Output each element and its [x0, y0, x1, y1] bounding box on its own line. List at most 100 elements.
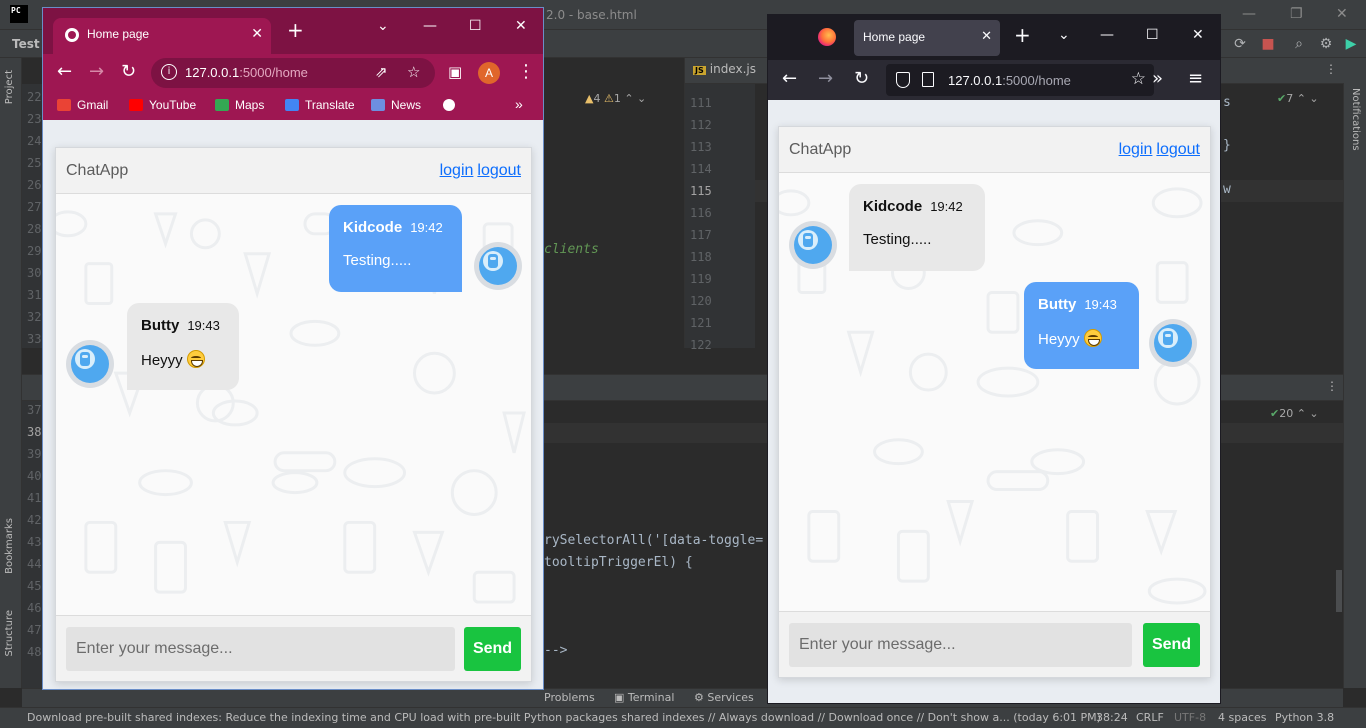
line-number: 119	[690, 272, 712, 286]
bookmark-maps[interactable]: Maps	[215, 98, 264, 112]
inspection-widget[interactable]: ✔7 ⌃ ⌄	[1277, 92, 1319, 105]
forward-icon[interactable]: →	[818, 69, 833, 89]
translate-icon	[285, 99, 299, 111]
inspection-widget[interactable]: ✔20 ⌃ ⌄	[1270, 407, 1319, 420]
message-input[interactable]	[66, 627, 455, 671]
firefox-tab-home[interactable]: Home page ✕	[854, 20, 1000, 56]
line-number: 115	[690, 184, 712, 198]
logout-link[interactable]: logout	[1156, 141, 1200, 158]
minimize-icon[interactable]: —	[423, 18, 437, 34]
status-message[interactable]: Download pre-built shared indexes: Reduc…	[27, 711, 1101, 724]
logout-link[interactable]: logout	[477, 162, 521, 179]
minimize-icon[interactable]: —	[1242, 6, 1256, 22]
firefox-window: Home page ✕ + ⌄ — ☐ ✕ ← → ↻ 127.0.0.1:50…	[767, 14, 1221, 704]
close-icon[interactable]: ✕	[515, 18, 527, 34]
message-time: 19:42	[930, 199, 963, 214]
back-icon[interactable]: ←	[782, 69, 797, 89]
bookmark-translate[interactable]: Translate	[285, 98, 355, 112]
send-button[interactable]: Send	[1143, 623, 1200, 667]
login-link[interactable]: login	[440, 162, 474, 179]
new-tab-icon[interactable]: +	[287, 20, 304, 40]
share-icon[interactable]: ⇗	[375, 63, 388, 81]
file-encoding[interactable]: UTF-8	[1174, 711, 1206, 724]
more-icon[interactable]: ⋮	[1326, 379, 1338, 393]
page-info-icon[interactable]	[922, 72, 934, 87]
firefox-tab-strip: Home page ✕ + ⌄ — ☐ ✕	[768, 15, 1220, 60]
reload-icon[interactable]: ↻	[121, 62, 136, 82]
chat-header: ChatApp login logout	[779, 127, 1210, 173]
inspection-widget[interactable]: ▲4 ⚠1 ⌃ ⌄	[585, 92, 646, 105]
bookmark-gmail[interactable]: Gmail	[57, 98, 108, 112]
close-tab-icon[interactable]: ✕	[981, 29, 992, 44]
tool-terminal[interactable]: ▣ Terminal	[614, 691, 674, 704]
tool-project[interactable]: Project	[4, 70, 15, 104]
overflow-icon[interactable]: »	[1152, 69, 1163, 89]
address-bar[interactable]: 127.0.0.1:5000/home ☆	[886, 64, 1154, 96]
grin-emoji-icon	[186, 350, 205, 368]
address-bar[interactable]: i 127.0.0.1:5000/home ⇗ ☆	[151, 58, 435, 88]
line-number: 31	[27, 288, 42, 302]
plugin-icon[interactable]: ▶	[1343, 36, 1359, 52]
chat-messages: Kidcode 19:42 Testing..... Butty 19:43 Hey…	[56, 194, 531, 615]
close-icon[interactable]: ✕	[1336, 6, 1348, 22]
services-icon: ⚙	[694, 691, 708, 704]
tool-bookmarks[interactable]: Bookmarks	[4, 518, 15, 574]
list-tabs-icon[interactable]: ⌄	[1058, 27, 1070, 43]
tab-search-icon[interactable]: ⌄	[377, 18, 389, 34]
chrome-tab-home[interactable]: Home page ✕	[53, 18, 271, 54]
line-number: 122	[690, 338, 712, 352]
close-icon[interactable]: ✕	[1192, 27, 1204, 43]
bookmark-star-icon[interactable]: ☆	[1131, 69, 1146, 89]
maximize-icon[interactable]: ☐	[1146, 27, 1159, 43]
menu-icon[interactable]: ⋮	[517, 62, 535, 82]
bookmarks-bar: Gmail YouTube Maps Translate News »	[43, 92, 543, 120]
tab-index-js[interactable]: JS index.js	[693, 62, 756, 76]
gear-icon[interactable]: ⚙	[1318, 36, 1334, 52]
chat-card: ChatApp login logout Kidcode 19:42 Testi…	[778, 126, 1211, 678]
new-tab-icon[interactable]: +	[1014, 25, 1031, 45]
message-bubble-outgoing: Butty 19:43 Heyyy	[1024, 282, 1139, 369]
bookmark-news[interactable]: News	[371, 98, 421, 112]
line-number: 41	[27, 491, 42, 505]
menu-icon[interactable]: ≡	[1188, 69, 1203, 89]
minimize-icon[interactable]: —	[1100, 27, 1114, 43]
login-link[interactable]: login	[1119, 141, 1153, 158]
more-icon[interactable]: ⋮	[1325, 62, 1337, 76]
bookmark-youtube[interactable]: YouTube	[129, 98, 196, 112]
caret-position[interactable]: 38:24	[1096, 711, 1128, 724]
brand[interactable]: ChatApp	[66, 162, 128, 180]
back-icon[interactable]: ←	[57, 62, 72, 82]
tool-problems[interactable]: Problems	[544, 691, 595, 704]
more-bookmarks-icon[interactable]: »	[515, 96, 523, 112]
side-panel-icon[interactable]: ▣	[448, 62, 462, 82]
code-line: -->	[544, 643, 568, 658]
line-number: 37	[27, 403, 42, 417]
indent-setting[interactable]: 4 spaces	[1218, 711, 1267, 724]
auth-links: login logout	[1115, 141, 1200, 159]
site-info-icon[interactable]: i	[161, 64, 177, 80]
message-input[interactable]	[789, 623, 1132, 667]
maximize-icon[interactable]: ☐	[469, 18, 482, 34]
forward-icon[interactable]: →	[89, 62, 104, 82]
message-sender: Kidcode	[343, 219, 403, 236]
close-tab-icon[interactable]: ✕	[251, 26, 263, 42]
reload-icon[interactable]: ↻	[854, 69, 869, 89]
chrome-tab-title: Home page	[87, 27, 150, 41]
tool-notifications[interactable]: Notifications	[1350, 88, 1361, 151]
bookmark-star-icon[interactable]: ☆	[407, 63, 420, 81]
chat-messages: Kidcode 19:42 Testing..... Butty 19:43 Hey…	[779, 173, 1210, 611]
bookmark-globe[interactable]	[443, 98, 461, 112]
stop-icon[interactable]: ■	[1260, 36, 1276, 52]
tool-services[interactable]: ⚙ Services	[694, 691, 754, 704]
line-separator[interactable]: CRLF	[1136, 711, 1164, 724]
tool-structure[interactable]: Structure	[4, 610, 15, 657]
avatar[interactable]: A	[478, 62, 500, 84]
shield-icon[interactable]	[896, 72, 910, 88]
maximize-icon[interactable]: ❐	[1290, 6, 1303, 22]
brand[interactable]: ChatApp	[789, 141, 851, 159]
search-icon[interactable]: ⌕	[1291, 36, 1307, 52]
debug-icon[interactable]: ⟳	[1232, 36, 1248, 52]
send-button[interactable]: Send	[464, 627, 521, 671]
scrollbar[interactable]	[1336, 570, 1342, 612]
python-interpreter[interactable]: Python 3.8	[1275, 711, 1334, 724]
